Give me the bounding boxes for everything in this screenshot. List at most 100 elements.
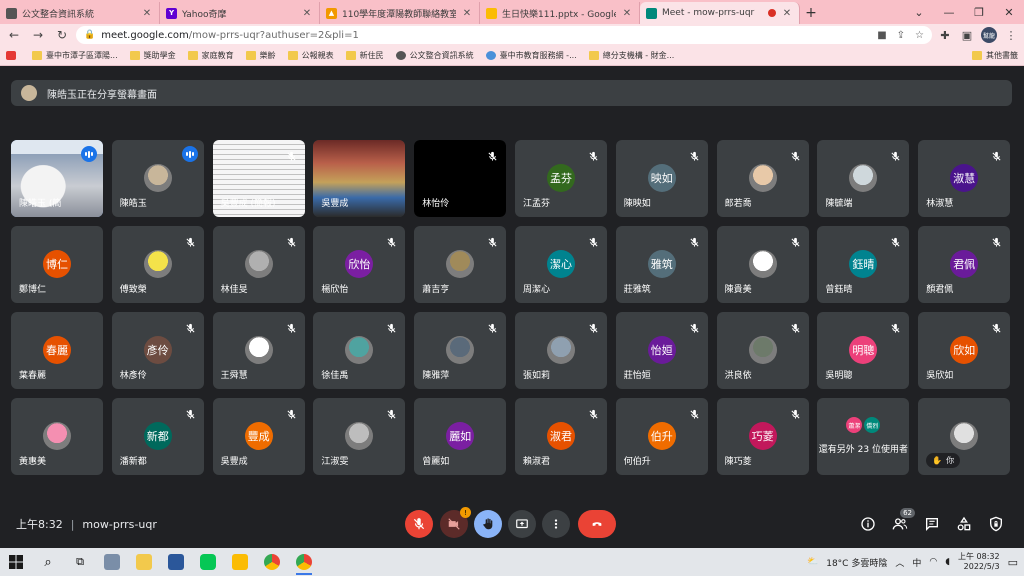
- close-window-button[interactable]: ✕: [994, 0, 1024, 24]
- participant-tile[interactable]: 鈺晴 曾鈺晴: [817, 226, 910, 303]
- bookmark-item[interactable]: 公報親表: [287, 50, 334, 61]
- participant-tile[interactable]: 陳雅萍: [414, 312, 507, 389]
- extensions-icon[interactable]: ✚: [936, 26, 954, 44]
- participant-tile[interactable]: 潔心 周潔心: [515, 226, 607, 303]
- volume-icon[interactable]: ◖: [945, 557, 950, 567]
- raise-hand-button[interactable]: [474, 510, 502, 538]
- participant-tile[interactable]: 陳貴美: [716, 226, 809, 303]
- participant-tile[interactable]: 郎若喬: [716, 140, 809, 217]
- participant-tile[interactable]: 豐成 吳豐成: [212, 398, 305, 475]
- participant-tile[interactable]: 君佩 顏君佩: [918, 226, 1011, 303]
- participant-tile[interactable]: 張如莉: [515, 312, 607, 389]
- present-button[interactable]: [508, 510, 536, 538]
- host-controls-button[interactable]: [986, 514, 1006, 534]
- bookmark-star-icon[interactable]: ☆: [915, 30, 924, 41]
- clock[interactable]: 上午 08:32 2022/5/3: [958, 552, 1000, 572]
- participant-tile[interactable]: 淑君 賴淑君: [515, 398, 607, 475]
- start-button[interactable]: [0, 548, 32, 576]
- camera-permission-icon[interactable]: ■: [877, 30, 886, 41]
- activities-button[interactable]: [954, 514, 974, 534]
- bookmark-item[interactable]: [6, 51, 20, 60]
- notifications-icon[interactable]: ▭: [1008, 556, 1018, 569]
- participant-tile[interactable]: 欣如 吳欣如: [918, 312, 1011, 389]
- bookmark-item[interactable]: 家庭教育: [187, 50, 234, 61]
- participant-tile[interactable]: 徐佳禹: [313, 312, 406, 389]
- bookmark-item[interactable]: 臺中市潭子區潭陽...: [32, 50, 118, 61]
- browser-tab[interactable]: 生日快樂111.pptx - Google 簡報 ✕: [480, 2, 640, 24]
- participant-tile[interactable]: 林佳旻: [212, 226, 305, 303]
- participant-tile[interactable]: 明聰 吳明聰: [817, 312, 910, 389]
- participant-tile[interactable]: 春麗 葉春麗: [11, 312, 103, 389]
- people-button[interactable]: 62: [890, 508, 915, 534]
- participant-tile[interactable]: 陳毓端: [817, 140, 910, 217]
- reload-button[interactable]: ↻: [52, 25, 72, 45]
- side-panel-icon[interactable]: ▣: [958, 26, 976, 44]
- menu-icon[interactable]: ⋮: [1002, 26, 1020, 44]
- taskbar-app-explorer[interactable]: [128, 548, 160, 576]
- participant-tile[interactable]: 孟芬 江孟芬: [515, 140, 607, 217]
- participant-tile[interactable]: 江淑雯: [313, 398, 406, 475]
- maximize-button[interactable]: ❐: [964, 0, 994, 24]
- participant-tile[interactable]: 伯升 何伯升: [615, 398, 708, 475]
- participant-tile[interactable]: 黃惠美: [11, 398, 103, 475]
- bookmark-item[interactable]: 總分支機構 - 財金...: [588, 50, 674, 61]
- participant-tile[interactable]: 博仁 鄭博仁: [11, 226, 103, 303]
- taskbar-app-word[interactable]: [160, 548, 192, 576]
- network-icon[interactable]: ◠: [929, 557, 937, 567]
- profile-button[interactable]: 幫龍: [980, 26, 998, 44]
- participant-tile[interactable]: 林怡伶: [414, 140, 507, 217]
- mic-toggle-button[interactable]: [405, 510, 433, 538]
- chat-button[interactable]: [922, 514, 942, 534]
- bookmark-item[interactable]: 獎助學金: [129, 50, 176, 61]
- bookmark-item[interactable]: 樂齡: [245, 50, 276, 61]
- browser-tab[interactable]: Y Yahoo奇摩 ✕: [160, 2, 320, 24]
- participant-tile[interactable]: 欣怡 楊欣怡: [313, 226, 406, 303]
- forward-button[interactable]: →: [28, 25, 48, 45]
- browser-tab[interactable]: Meet - mow-prrs-uqr ✕: [640, 2, 800, 24]
- more-options-button[interactable]: [542, 510, 570, 538]
- participant-tile[interactable]: 洪良依: [716, 312, 809, 389]
- bookmark-item[interactable]: 臺中市教育服務網 -...: [485, 50, 577, 61]
- participant-tile[interactable]: 陳皓玉 (簡: [11, 140, 103, 217]
- participant-tile[interactable]: 麗如 曾麗如: [414, 398, 507, 475]
- close-tab-icon[interactable]: ✕: [621, 8, 633, 19]
- input-language[interactable]: 中: [912, 556, 921, 569]
- taskbar-app-line[interactable]: [192, 548, 224, 576]
- participant-tile[interactable]: 映如 陳映如: [615, 140, 708, 217]
- leave-call-button[interactable]: [578, 510, 616, 538]
- browser-tab[interactable]: ▲ 110學年度潭陽教師聯絡教室 ✕: [320, 2, 480, 24]
- participant-tile[interactable]: 怡姮 莊怡姮: [615, 312, 708, 389]
- participant-tile[interactable]: 陳皓玉: [111, 140, 204, 217]
- taskbar-app-chrome[interactable]: [256, 548, 288, 576]
- taskbar-app-chrome-profile[interactable]: [288, 548, 320, 576]
- new-tab-button[interactable]: +: [800, 2, 822, 24]
- close-tab-icon[interactable]: ✕: [781, 8, 793, 19]
- participant-tile[interactable]: ✋ 你: [918, 398, 1011, 475]
- participant-tile[interactable]: 淑慧 林淑慧: [918, 140, 1011, 217]
- camera-toggle-button[interactable]: !: [440, 507, 471, 538]
- close-tab-icon[interactable]: ✕: [461, 8, 473, 19]
- address-bar[interactable]: 🔒 meet.google.com/mow-prrs-uqr?authuser=…: [76, 26, 932, 44]
- participant-tile[interactable]: 吳豐成: [313, 140, 406, 217]
- share-icon[interactable]: ⇪: [897, 30, 905, 41]
- search-button[interactable]: ⌕: [32, 548, 64, 576]
- other-bookmarks[interactable]: 其他書籤: [972, 50, 1018, 61]
- participant-tile[interactable]: 蕭潔 僑烈 還有另外 23 位使用者: [817, 398, 910, 475]
- participant-tile[interactable]: 吳豐成 (簡報): [212, 140, 305, 217]
- bookmark-item[interactable]: 公文整合資訊系統: [395, 50, 474, 61]
- tab-search-icon[interactable]: ⌄: [904, 0, 934, 24]
- close-tab-icon[interactable]: ✕: [141, 8, 153, 19]
- task-view-button[interactable]: ⧉: [64, 548, 96, 576]
- participant-tile[interactable]: 王舜慧: [212, 312, 305, 389]
- back-button[interactable]: ←: [4, 25, 24, 45]
- close-tab-icon[interactable]: ✕: [301, 8, 313, 19]
- taskbar-app-photos[interactable]: [96, 548, 128, 576]
- weather-text[interactable]: 18°C 多雲時陰: [826, 556, 887, 569]
- minimize-button[interactable]: —: [934, 0, 964, 24]
- participant-tile[interactable]: 蕭吉亨: [414, 226, 507, 303]
- participant-tile[interactable]: 傅致榮: [111, 226, 204, 303]
- participant-tile[interactable]: 雅筑 莊雅筑: [615, 226, 708, 303]
- participant-tile[interactable]: 巧菱 陳巧菱: [716, 398, 809, 475]
- tray-expand-icon[interactable]: ︿: [895, 556, 904, 569]
- bookmark-item[interactable]: 新住民: [345, 50, 384, 61]
